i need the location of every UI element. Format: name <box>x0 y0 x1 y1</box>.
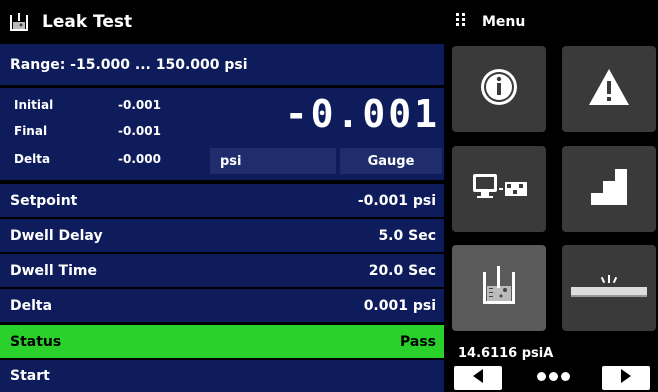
final-value: -0.001 <box>118 124 161 138</box>
initial-value: -0.001 <box>118 98 161 112</box>
unit-button[interactable]: psi <box>210 148 336 174</box>
burst-tile[interactable] <box>562 245 656 331</box>
page-dot <box>549 372 558 381</box>
arrow-left-icon <box>471 368 485 388</box>
previous-page-button[interactable] <box>454 366 502 390</box>
range-display[interactable]: Range: -15.000 ... 150.000 psi <box>0 44 444 86</box>
mode-label: Gauge <box>367 153 415 169</box>
setpoint-value: -0.001 psi <box>357 192 436 209</box>
page-dot <box>561 372 570 381</box>
dwell-delay-value: 5.0 Sec <box>378 227 436 244</box>
leak-test-tile[interactable] <box>452 245 546 331</box>
page-dot <box>537 372 546 381</box>
step-tile[interactable] <box>562 146 656 232</box>
setpoint-label: Setpoint <box>10 192 78 209</box>
alarm-tile[interactable] <box>562 46 656 132</box>
dwell-time-row[interactable]: Dwell Time 20.0 Sec <box>0 254 444 287</box>
delta-row[interactable]: Delta 0.001 psi <box>0 289 444 322</box>
menu-title: Menu <box>482 14 526 30</box>
arrow-right-icon <box>619 368 633 388</box>
leak-test-icon <box>479 264 519 312</box>
info-tile[interactable] <box>452 46 546 132</box>
menu-bar[interactable]: Menu <box>444 0 658 44</box>
delta-row-value: 0.001 psi <box>363 297 436 314</box>
barometric-reading: 14.6116 psiA <box>458 346 554 361</box>
unit-label: psi <box>220 153 242 169</box>
range-text: Range: -15.000 ... 150.000 psi <box>10 56 248 73</box>
initial-label: Initial <box>14 98 54 112</box>
menu-panel: Menu 14.6116 psiA <box>444 0 658 392</box>
page-indicator <box>537 372 570 381</box>
next-page-button[interactable] <box>602 366 650 390</box>
status-label: Status <box>10 333 62 350</box>
step-program-icon <box>587 167 631 211</box>
mode-button[interactable]: Gauge <box>340 148 442 174</box>
leak-test-panel: Leak Test Range: -15.000 ... 150.000 psi… <box>0 0 444 392</box>
reading-box: Initial -0.001 Final -0.001 Delta -0.000… <box>0 88 444 180</box>
leak-test-icon <box>8 11 30 33</box>
start-button[interactable]: Start <box>0 360 444 392</box>
final-label: Final <box>14 124 48 138</box>
warning-icon <box>587 67 631 111</box>
delta-label: Delta <box>14 152 51 166</box>
start-label: Start <box>10 368 50 384</box>
dwell-delay-label: Dwell Delay <box>10 227 103 244</box>
dwell-time-value: 20.0 Sec <box>368 262 436 279</box>
title-bar: Leak Test <box>0 0 444 44</box>
status-row: Status Pass <box>0 325 444 358</box>
dwell-delay-row[interactable]: Dwell Delay 5.0 Sec <box>0 219 444 252</box>
remote-tile[interactable] <box>452 146 546 232</box>
page-title: Leak Test <box>42 12 133 32</box>
setpoint-row[interactable]: Setpoint -0.001 psi <box>0 184 444 217</box>
info-icon <box>477 65 521 113</box>
grid-dots-icon <box>456 13 466 31</box>
status-value: Pass <box>400 333 436 350</box>
delta-row-label: Delta <box>10 297 53 314</box>
dwell-time-label: Dwell Time <box>10 262 97 279</box>
pressure-reading: -0.001 <box>284 92 440 136</box>
burst-test-icon <box>571 271 647 305</box>
delta-value: -0.000 <box>118 152 161 166</box>
remote-computer-icon <box>469 172 529 206</box>
